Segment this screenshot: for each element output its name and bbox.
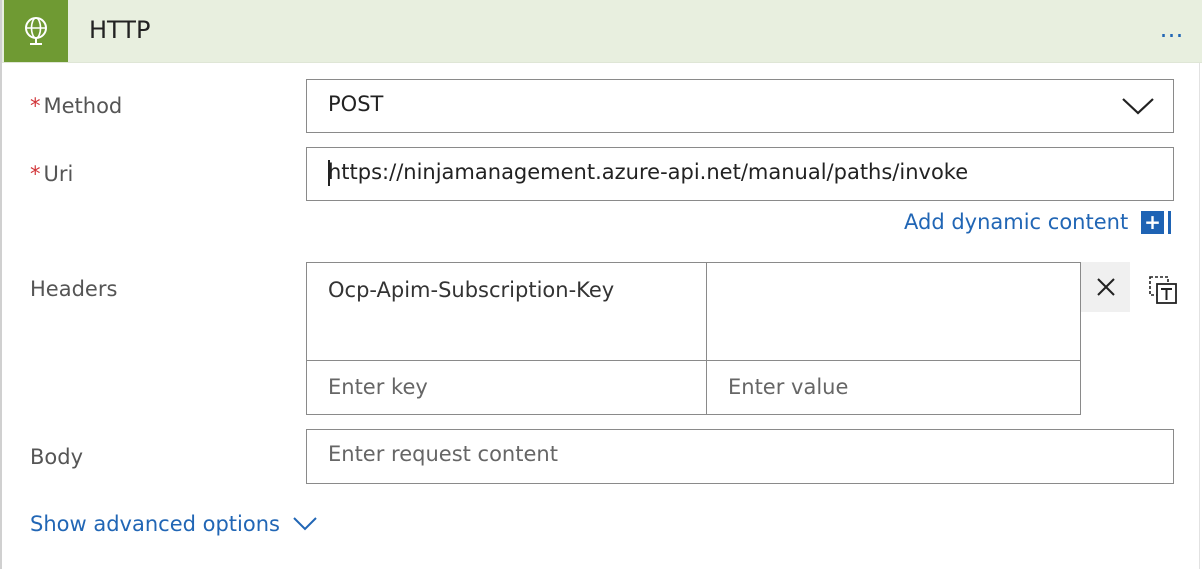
dynamic-content-bar	[1168, 211, 1171, 234]
header-value-cell[interactable]	[706, 262, 1081, 361]
card-title: HTTP	[89, 16, 151, 44]
required-mark: *	[30, 162, 41, 186]
body-placeholder: Enter request content	[328, 442, 558, 466]
delete-header-button[interactable]	[1081, 262, 1130, 312]
method-label: * Method	[30, 94, 122, 118]
http-action-card: HTTP … * Method POST * Uri https://ninjama…	[0, 0, 1202, 569]
card-header[interactable]: HTTP …	[2, 0, 1202, 63]
header-key-value: Ocp-Apim-Subscription-Key	[328, 278, 615, 302]
method-value: POST	[328, 92, 384, 116]
body-input[interactable]: Enter request content	[306, 429, 1174, 484]
header-icon-tile	[4, 0, 68, 62]
add-dynamic-content-link[interactable]: Add dynamic content	[904, 210, 1128, 234]
method-dropdown[interactable]: POST	[306, 79, 1174, 133]
header-key-input[interactable]: Enter key	[306, 360, 707, 415]
header-key-placeholder: Enter key	[328, 375, 428, 399]
uri-value: https://ninjamanagement.azure-api.net/ma…	[328, 160, 969, 184]
required-mark: *	[30, 94, 41, 118]
uri-label: * Uri	[30, 162, 73, 186]
close-icon	[1096, 278, 1115, 296]
more-options-button[interactable]: …	[1152, 14, 1192, 44]
chevron-down-icon	[1122, 98, 1154, 115]
uri-label-text: Uri	[43, 162, 74, 186]
header-value-placeholder: Enter value	[728, 375, 849, 399]
header-value-input[interactable]: Enter value	[706, 360, 1081, 415]
chevron-down-icon[interactable]	[292, 516, 318, 532]
body-label: Body	[30, 445, 84, 469]
add-dynamic-content-plus-icon[interactable]: +	[1141, 211, 1164, 234]
show-advanced-options-link[interactable]: Show advanced options	[30, 512, 280, 536]
header-key-cell[interactable]: Ocp-Apim-Subscription-Key	[306, 262, 707, 361]
globe-icon	[25, 17, 47, 45]
uri-input[interactable]: https://ninjamanagement.azure-api.net/ma…	[306, 147, 1174, 201]
method-label-text: Method	[43, 94, 123, 118]
headers-label: Headers	[30, 277, 118, 301]
switch-to-text-mode-icon[interactable]	[1147, 274, 1179, 306]
